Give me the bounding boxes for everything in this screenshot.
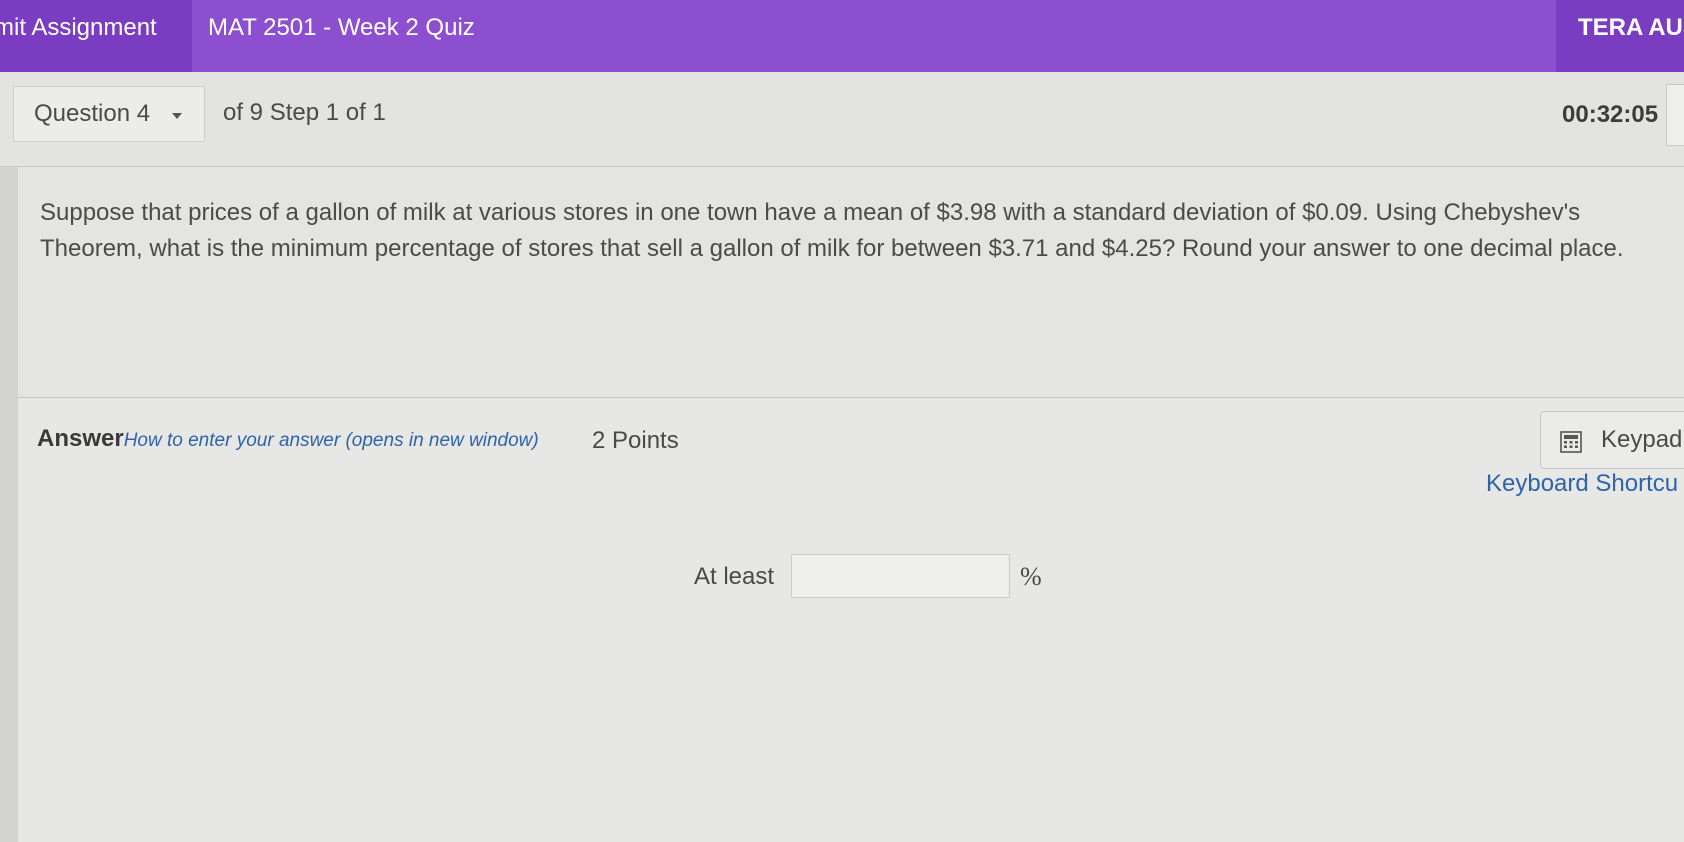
question-selector[interactable]: Question 4 [13,86,205,142]
percent-suffix-label: % [1020,562,1042,591]
keypad-button[interactable]: Keypad [1540,411,1684,469]
answer-prefix-label: At least [694,563,775,590]
submit-assignment-tab[interactable]: mit Assignment [0,0,192,72]
submit-assignment-label[interactable]: mit Assignment [0,14,157,42]
timer: 00:32:05 [1562,101,1659,128]
step-info: of 9 Step 1 of 1 [223,99,386,126]
keyboard-shortcuts-link[interactable]: Keyboard Shortcu [1486,470,1678,498]
top-bar: mit Assignment MAT 2501 - Week 2 Quiz TE… [0,0,1684,72]
how-to-enter-answer-link[interactable]: How to enter your answer (opens in new w… [124,430,539,451]
calculator-icon [1560,431,1582,453]
question-selector-label: Question 4 [34,100,151,127]
user-name[interactable]: TERA AUS [1578,14,1684,42]
answer-panel [18,398,1684,842]
answer-header: AnswerHow to enter your answer (opens in… [37,425,539,453]
timer-toggle-button[interactable] [1666,84,1684,146]
chevron-down-icon [172,113,182,119]
points-label: 2 Points [592,427,679,454]
user-menu[interactable]: TERA AUS [1556,0,1684,72]
answer-title: Answer [37,425,124,452]
quiz-title: MAT 2501 - Week 2 Quiz [208,14,475,41]
question-text: Suppose that prices of a gallon of milk … [40,199,1624,262]
keypad-label: Keypad [1601,426,1683,453]
left-edge-strip [0,72,18,842]
answer-input[interactable] [791,554,1010,598]
